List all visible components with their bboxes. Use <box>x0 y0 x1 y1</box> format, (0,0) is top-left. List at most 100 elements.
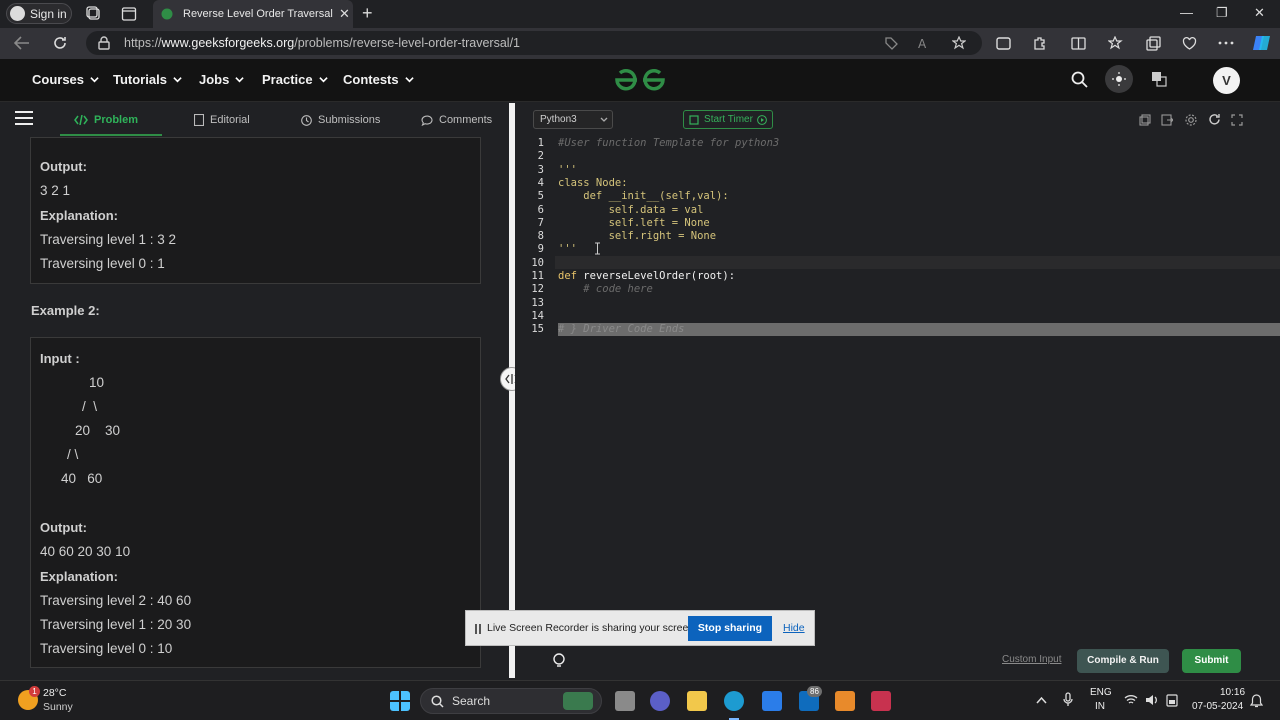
chevron-down-icon <box>404 77 414 83</box>
function-params: (root): <box>690 270 736 282</box>
sign-in-button[interactable]: Sign in <box>6 3 72 24</box>
favorite-star-icon[interactable] <box>952 36 966 50</box>
example1-explanation-line: Traversing level 1 : 3 2 <box>40 232 177 247</box>
favorites-icon[interactable] <box>1108 36 1123 51</box>
url-field[interactable]: https://www.geeksforgeeks.org/problems/r… <box>86 31 982 55</box>
maximize-button[interactable]: ❐ <box>1216 5 1228 21</box>
line-number: 3 <box>537 163 544 176</box>
url-path: /problems/reverse-level-order-traversal/… <box>294 36 521 50</box>
more-options-icon[interactable] <box>1218 40 1234 46</box>
nav-tutorials-label: Tutorials <box>113 72 167 87</box>
chevron-down-icon <box>173 77 182 83</box>
file-explorer-icon[interactable] <box>687 691 707 711</box>
line-number: 15 <box>531 323 544 336</box>
start-timer-button[interactable]: Start Timer <box>683 110 773 129</box>
battery-icon[interactable] <box>1166 693 1178 707</box>
site-header: Courses Tutorials Jobs Practice Contests… <box>0 59 1280 102</box>
translate-icon[interactable] <box>1151 71 1167 87</box>
screenshot-icon[interactable] <box>996 36 1011 51</box>
gfg-logo-icon[interactable] <box>614 68 666 92</box>
search-icon <box>431 695 444 708</box>
search-icon[interactable] <box>1071 71 1088 88</box>
tab-submissions-label: Submissions <box>318 114 381 126</box>
close-window-button[interactable]: ✕ <box>1254 5 1265 21</box>
code-line: def __init__(self,val): <box>558 190 729 203</box>
pause-icon <box>475 624 481 634</box>
nav-practice[interactable]: Practice <box>262 72 328 87</box>
tree-line: 20 30 <box>75 423 121 438</box>
new-tab-button[interactable]: + <box>362 3 373 24</box>
taskbar-search-label: Search <box>452 694 491 708</box>
hamburger-menu-icon[interactable] <box>15 111 33 125</box>
language-select[interactable]: Python3 <box>533 110 613 129</box>
split-screen-icon[interactable] <box>1071 36 1086 51</box>
line-number: 7 <box>537 216 544 229</box>
windows-taskbar: 1 28°C Sunny Search 86 ENG IN 10:16 07-0… <box>0 680 1280 720</box>
user-avatar[interactable]: V <box>1213 67 1240 94</box>
back-arrow-icon[interactable] <box>14 36 30 50</box>
tab-problem[interactable]: Problem <box>74 114 138 126</box>
line-number: 5 <box>537 190 544 203</box>
teams-chat-icon[interactable] <box>650 691 670 711</box>
notification-bell-icon[interactable] <box>1250 694 1263 708</box>
refresh-icon[interactable] <box>52 35 68 51</box>
read-aloud-icon[interactable]: A <box>918 36 932 50</box>
code-line: #User function Template for python3 <box>558 137 780 149</box>
minimize-button[interactable]: — <box>1180 5 1193 20</box>
hint-bulb-icon[interactable] <box>549 650 569 670</box>
workspaces-icon[interactable] <box>86 6 102 22</box>
export-icon[interactable] <box>1161 114 1173 126</box>
clock-date[interactable]: 07-05-2024 <box>1192 701 1243 712</box>
store-icon[interactable] <box>835 691 855 711</box>
taskbar-search-box[interactable]: Search <box>420 688 602 714</box>
language-code[interactable]: ENG <box>1090 687 1112 698</box>
nav-tutorials[interactable]: Tutorials <box>113 72 182 87</box>
custom-input-link[interactable]: Custom Input <box>1002 654 1061 665</box>
wifi-icon[interactable] <box>1124 694 1138 705</box>
nav-courses[interactable]: Courses <box>32 72 99 87</box>
line-number: 10 <box>531 256 544 269</box>
browser-tab-active[interactable]: Reverse Level Order Traversal | P ✕ <box>153 0 353 28</box>
chevron-down-icon <box>600 117 608 122</box>
nav-contests[interactable]: Contests <box>343 72 414 87</box>
collections-icon[interactable] <box>1146 36 1161 51</box>
screen-recorder-icon[interactable] <box>871 691 891 711</box>
microphone-icon[interactable] <box>1063 692 1073 708</box>
nav-contests-label: Contests <box>343 72 399 87</box>
clock-icon <box>301 114 312 126</box>
compile-run-button[interactable]: Compile & Run <box>1077 649 1169 673</box>
chevron-up-icon[interactable] <box>1036 696 1047 704</box>
fullscreen-icon[interactable] <box>1231 114 1243 126</box>
tab-submissions[interactable]: Submissions <box>301 114 380 126</box>
tab-comments[interactable]: Comments <box>421 114 492 126</box>
edge-browser-icon[interactable] <box>724 691 744 711</box>
copilot-icon[interactable] <box>1252 34 1272 52</box>
settings-gear-icon[interactable] <box>1185 114 1197 126</box>
tab-actions-icon[interactable] <box>121 6 137 22</box>
clock-time[interactable]: 10:16 <box>1220 687 1245 698</box>
tab-close-icon[interactable]: ✕ <box>339 6 350 22</box>
task-view-icon[interactable] <box>615 691 635 711</box>
tab-problem-label: Problem <box>94 114 139 126</box>
language-select-value: Python3 <box>540 114 577 125</box>
theme-toggle-button[interactable] <box>1105 65 1133 93</box>
submit-button[interactable]: Submit <box>1182 649 1241 673</box>
volume-icon[interactable] <box>1145 694 1158 706</box>
browser-essentials-icon[interactable] <box>1182 36 1197 51</box>
extensions-icon[interactable] <box>1032 36 1047 51</box>
vscode-icon[interactable] <box>762 691 782 711</box>
timer-icon <box>689 114 699 125</box>
profile-icon <box>10 6 25 21</box>
nav-jobs[interactable]: Jobs <box>199 72 245 87</box>
code-line: self.right = None <box>558 230 717 243</box>
copy-icon[interactable] <box>1139 114 1151 126</box>
stop-sharing-button[interactable]: Stop sharing <box>688 616 772 641</box>
region-code[interactable]: IN <box>1095 701 1105 712</box>
hide-banner-link[interactable]: Hide <box>783 622 805 634</box>
screen-share-banner: Live Screen Recorder is sharing your scr… <box>465 610 815 646</box>
tag-icon[interactable] <box>884 36 898 50</box>
windows-start-icon[interactable] <box>390 691 410 711</box>
tab-editorial[interactable]: Editorial <box>194 114 250 126</box>
reset-icon[interactable] <box>1208 113 1221 126</box>
line-number: 14 <box>531 309 544 322</box>
